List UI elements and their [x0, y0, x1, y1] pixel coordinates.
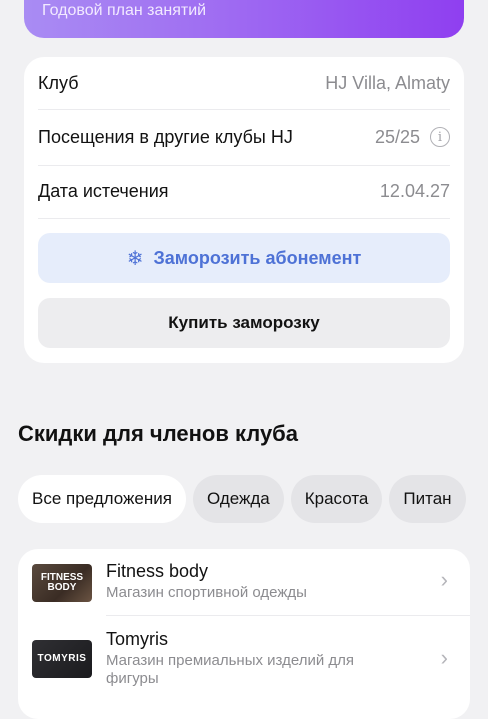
plan-subtitle: Годовой план занятий: [42, 2, 207, 19]
visits-label: Посещения в другие клубы HJ: [38, 126, 293, 147]
visits-value-group: 25/25 i: [375, 127, 450, 148]
buy-freeze-button-label: Купить заморозку: [168, 313, 320, 332]
chip-beauty[interactable]: Красота: [290, 475, 383, 523]
tomyris-logo: TOMYRIS: [32, 640, 92, 678]
snowflake-icon: ❄: [126, 247, 144, 270]
chip-all-offers[interactable]: Все предложения: [18, 475, 186, 523]
fitness-body-logo: FITNESS BODY: [32, 564, 92, 602]
freeze-membership-button[interactable]: ❄ Заморозить абонемент: [38, 233, 450, 283]
club-value: HJ Villa, Almaty: [325, 72, 450, 93]
club-label: Клуб: [38, 72, 79, 93]
offer-name: Tomyris: [106, 629, 168, 649]
divider: [106, 615, 470, 616]
offer-texts: Tomyris Магазин премиальных изделий для …: [106, 629, 406, 688]
logo-text: BODY: [47, 582, 77, 593]
expiry-value: 12.04.27: [379, 180, 450, 201]
offer-description: Магазин спортивной одежды: [106, 584, 307, 601]
annual-plan-banner[interactable]: Годовой план занятий: [24, 0, 464, 38]
freeze-button-label: Заморозить абонемент: [153, 247, 362, 268]
visits-row: Посещения в другие клубы HJ 25/25 i: [38, 111, 450, 163]
offer-texts: Fitness body Магазин спортивной одежды: [106, 561, 406, 602]
offers-list: FITNESS BODY Fitness body Магазин спорти…: [18, 549, 470, 719]
expiry-row: Дата истечения 12.04.27: [38, 165, 450, 217]
membership-info-card: Клуб HJ Villa, Almaty Посещения в другие…: [24, 57, 464, 363]
chevron-right-icon: ›: [440, 567, 448, 592]
offer-name: Fitness body: [106, 561, 209, 581]
discounts-section-title: Скидки для членов клуба: [18, 421, 299, 446]
info-icon[interactable]: i: [430, 127, 450, 147]
chip-nutrition[interactable]: Питан: [389, 475, 466, 523]
chip-clothing[interactable]: Одежда: [192, 475, 284, 523]
expiry-label: Дата истечения: [38, 180, 169, 201]
visits-value: 25/25: [374, 126, 420, 147]
divider: [38, 218, 450, 219]
divider: [38, 109, 450, 110]
discount-category-chips: Все предложения Одежда Красота Питан: [18, 475, 488, 523]
club-row: Клуб HJ Villa, Almaty: [38, 57, 450, 109]
buy-freeze-button[interactable]: Купить заморозку: [38, 298, 450, 348]
offer-description: Магазин премиальных изделий для фигуры: [106, 652, 354, 687]
logo-text: TOMYRIS: [37, 653, 87, 664]
chevron-right-icon: ›: [440, 645, 448, 670]
